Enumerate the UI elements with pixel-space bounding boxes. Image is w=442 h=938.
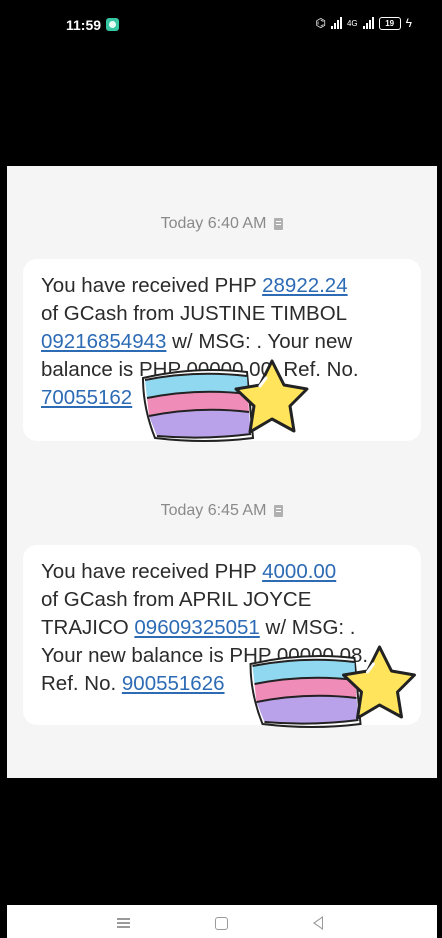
charging-icon: ϟ [405, 16, 412, 30]
network-type: 4G [346, 18, 358, 28]
amount-link[interactable]: 4000.00 [262, 560, 336, 583]
phone-number-link[interactable]: 09609325051 [134, 616, 259, 639]
signal-icon [330, 17, 342, 29]
phone-number-link[interactable]: 09216854943 [41, 330, 166, 353]
recent-apps-button[interactable] [117, 918, 130, 920]
navigation-bar [7, 905, 437, 938]
notification-app-icon [106, 18, 119, 31]
reference-number-link[interactable]: 900551626 [122, 672, 225, 695]
message-thread[interactable]: Today 6:40 AM You have received PHP 2892… [7, 166, 437, 778]
home-button[interactable] [215, 917, 228, 930]
message-timestamp: Today 6:45 AM [7, 502, 437, 520]
back-button[interactable] [313, 916, 323, 930]
message-timestamp: Today 6:40 AM [7, 215, 437, 233]
battery-icon: 19 [378, 16, 401, 30]
shooting-star-sticker [141, 359, 309, 442]
amount-link[interactable]: 28922.24 [262, 274, 348, 297]
reference-number-link[interactable]: 70055162 [41, 386, 132, 409]
shooting-star-sticker [249, 645, 416, 728]
sim-icon [274, 218, 284, 230]
signal-icon-2 [362, 17, 374, 29]
status-bar: 11:59 ⌬ 4G 19 ϟ [0, 0, 442, 52]
status-icons: ⌬ 4G 19 ϟ [315, 16, 412, 30]
hotspot-icon: ⌬ [315, 16, 326, 30]
sim-icon [274, 505, 284, 517]
clock: 11:59 [66, 17, 102, 33]
